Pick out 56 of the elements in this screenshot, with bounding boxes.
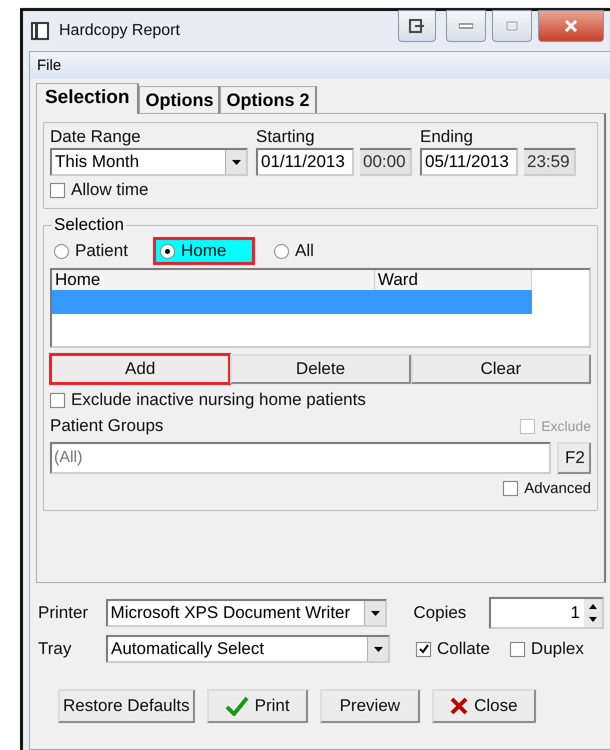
field-label: Printer — [38, 603, 90, 623]
restore-icon — [409, 19, 425, 33]
checkbox[interactable] — [50, 392, 65, 408]
minimize-icon — [459, 23, 473, 29]
checkbox-label: Allow time — [71, 180, 148, 200]
dialog-button[interactable]: Print — [206, 689, 308, 723]
time-field[interactable]: 23:59 — [524, 148, 576, 176]
copies-spinner[interactable]: 1 — [488, 597, 604, 629]
date-range-dropdown[interactable]: This Month — [50, 148, 248, 176]
dialog-button[interactable]: Close — [432, 689, 536, 723]
window-icon — [31, 22, 49, 40]
date-field[interactable]: 05/11/2013 — [420, 148, 518, 176]
column-header[interactable]: Home — [52, 270, 375, 290]
restore-window-button[interactable] — [398, 10, 436, 42]
checkbox-label: Duplex — [530, 639, 584, 659]
field-label: Starting — [256, 127, 316, 147]
patient-groups-field[interactable]: (All) — [50, 442, 551, 474]
maximize-icon — [506, 21, 518, 31]
time-field[interactable]: 00:00 — [360, 148, 412, 176]
checkbox[interactable] — [50, 182, 65, 198]
menu-item[interactable]: File — [34, 57, 64, 74]
radio-option[interactable]: Patient — [50, 240, 138, 262]
field-label: Date Range — [50, 127, 142, 147]
tray-dropdown[interactable]: Automatically Select — [106, 635, 390, 663]
checkbox-label: Exclude inactive nursing home patients — [71, 390, 366, 410]
list-action-button[interactable]: Add — [50, 354, 230, 384]
dialog-button[interactable]: Preview — [320, 689, 420, 723]
window-title: Hardcopy Report — [59, 22, 181, 40]
checkbox[interactable] — [503, 481, 518, 496]
dialog-button[interactable]: Restore Defaults — [58, 689, 195, 723]
close-window-button[interactable] — [538, 10, 604, 42]
x-mark-icon — [450, 697, 468, 715]
tab[interactable]: Selection — [36, 83, 140, 114]
checkbox-label: Exclude — [541, 418, 591, 434]
column-header[interactable]: Ward — [374, 270, 532, 290]
list-action-button[interactable]: Delete — [230, 354, 411, 384]
checkbox[interactable] — [416, 642, 431, 656]
field-label: Copies — [413, 603, 468, 623]
date-field[interactable]: 01/11/2013 — [256, 148, 354, 176]
radio-option[interactable]: Home — [156, 240, 252, 262]
printer-dropdown[interactable]: Microsoft XPS Document Writer — [106, 599, 388, 627]
field-label: Ending — [420, 127, 474, 147]
checkbox-label: Advanced — [524, 480, 591, 497]
minimize-button[interactable] — [446, 10, 486, 42]
maximize-button[interactable] — [492, 10, 532, 42]
checkbox-label: Collate — [437, 639, 490, 659]
list-action-button[interactable]: Clear — [410, 354, 591, 384]
field-label: Patient Groups — [50, 416, 164, 436]
radio-option[interactable]: All — [270, 240, 358, 262]
lookup-button[interactable]: F2 — [557, 442, 591, 474]
checkbox[interactable] — [510, 642, 525, 656]
tab[interactable]: Options — [139, 86, 220, 113]
tab[interactable]: Options 2 — [220, 86, 316, 113]
field-label: Tray — [38, 639, 72, 659]
checkmark-icon — [224, 696, 249, 716]
close-icon — [564, 20, 578, 32]
